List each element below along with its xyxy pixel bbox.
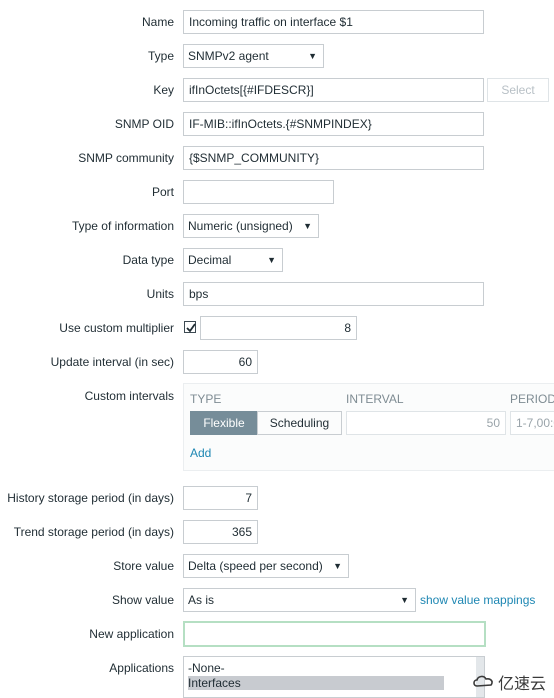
chevron-down-icon: ▼ <box>400 595 409 605</box>
show-value-value: As is <box>188 593 215 607</box>
custom-multiplier-label: Use custom multiplier <box>59 321 174 335</box>
select-key-button[interactable]: Select <box>487 78 549 102</box>
custom-intervals-panel: TYPE INTERVAL PERIOD Flexible Scheduling… <box>183 383 554 471</box>
chevron-down-icon: ▼ <box>303 221 312 231</box>
custom-intervals-label: Custom intervals <box>84 389 174 403</box>
data-type-label: Data type <box>122 253 174 267</box>
history-input[interactable]: 7 <box>183 486 258 510</box>
snmp-oid-label: SNMP OID <box>114 117 174 131</box>
applications-label: Applications <box>109 661 174 675</box>
units-label: Units <box>146 287 174 301</box>
chevron-down-icon: ▼ <box>267 255 276 265</box>
show-value-mappings-link[interactable]: show value mappings <box>420 593 535 607</box>
period-column-header: PERIOD <box>510 392 554 406</box>
update-interval-input[interactable]: 60 <box>183 350 258 374</box>
store-value-select[interactable]: Delta (speed per second) ▼ <box>183 554 349 578</box>
cloud-logo-icon <box>473 675 493 687</box>
watermark-text: 亿速云 <box>497 676 546 693</box>
custom-multiplier-input[interactable]: 8 <box>200 316 357 340</box>
type-column-header: TYPE <box>190 392 222 406</box>
period-input[interactable]: 1-7,00:00-24:00 <box>510 411 554 435</box>
type-select[interactable]: SNMPv2 agent ▼ <box>183 44 324 68</box>
custom-multiplier-checkbox[interactable] <box>184 321 196 333</box>
type-of-information-value: Numeric (unsigned) <box>188 219 293 233</box>
snmp-community-input[interactable]: {$SNMP_COMMUNITY} <box>183 146 484 170</box>
type-of-information-label: Type of information <box>71 219 174 233</box>
trend-label: Trend storage period (in days) <box>13 525 174 539</box>
interval-column-header: INTERVAL <box>346 392 404 406</box>
chevron-down-icon: ▼ <box>333 561 342 571</box>
snmp-community-label: SNMP community <box>78 151 174 165</box>
new-application-label: New application <box>89 627 174 641</box>
chevron-down-icon: ▼ <box>308 51 317 61</box>
name-label: Name <box>141 15 174 29</box>
port-label: Port <box>151 185 174 199</box>
watermark-logo: 亿速云 <box>473 670 546 694</box>
new-application-input[interactable] <box>183 621 486 647</box>
store-value-label: Store value <box>113 559 174 573</box>
list-item-selected[interactable]: Interfaces <box>188 676 444 690</box>
name-input[interactable]: Incoming traffic on interface $1 <box>183 10 484 34</box>
data-type-select[interactable]: Decimal ▼ <box>183 248 283 272</box>
interval-input[interactable]: 50 <box>346 411 506 435</box>
key-label: Key <box>153 83 174 97</box>
units-input[interactable]: bps <box>183 282 484 306</box>
show-value-label: Show value <box>111 593 174 607</box>
type-select-value: SNMPv2 agent <box>188 49 269 63</box>
checkmark-icon <box>186 323 196 333</box>
applications-listbox[interactable]: -None- Interfaces <box>183 656 485 698</box>
list-item[interactable]: -None- <box>188 661 225 675</box>
trend-input[interactable]: 365 <box>183 520 258 544</box>
history-label: History storage period (in days) <box>7 491 174 505</box>
snmp-oid-input[interactable]: IF-MIB::ifInOctets.{#SNMPINDEX} <box>183 112 484 136</box>
scheduling-segment-button[interactable]: Scheduling <box>257 411 342 435</box>
store-value-value: Delta (speed per second) <box>188 559 323 573</box>
update-interval-label: Update interval (in sec) <box>50 355 174 369</box>
port-input[interactable] <box>183 180 334 204</box>
type-label: Type <box>147 49 174 63</box>
add-interval-link[interactable]: Add <box>190 446 211 460</box>
data-type-value: Decimal <box>188 253 232 267</box>
type-of-information-select[interactable]: Numeric (unsigned) ▼ <box>183 214 319 238</box>
key-input[interactable]: ifInOctets[{#IFDESCR}] <box>183 78 484 102</box>
show-value-select[interactable]: As is ▼ <box>183 588 416 612</box>
flexible-segment-button[interactable]: Flexible <box>190 411 258 435</box>
